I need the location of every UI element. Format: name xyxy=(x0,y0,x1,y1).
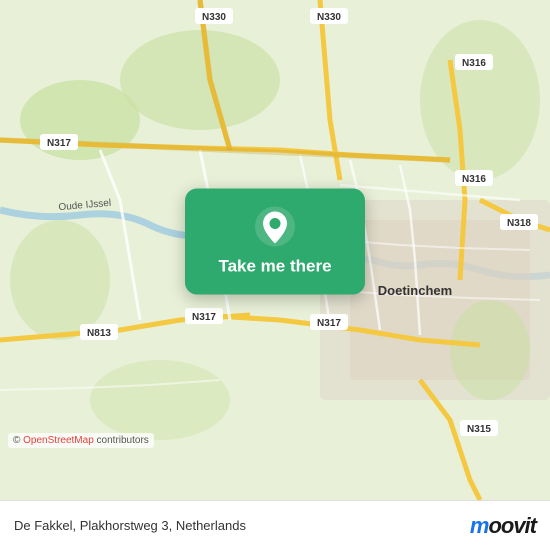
osm-prefix: © xyxy=(13,435,23,446)
osm-suffix: contributors xyxy=(94,435,149,446)
svg-text:N317: N317 xyxy=(317,318,341,329)
moovit-m-letter: m xyxy=(470,513,489,538)
moovit-rest-letters: oovit xyxy=(488,513,536,538)
svg-text:N813: N813 xyxy=(87,328,111,339)
popup-card[interactable]: Take me there xyxy=(185,189,365,295)
osm-link[interactable]: OpenStreetMap xyxy=(23,435,94,446)
svg-text:N315: N315 xyxy=(467,424,491,435)
location-text: De Fakkel, Plakhorstweg 3, Netherlands xyxy=(14,518,246,533)
svg-text:N318: N318 xyxy=(507,218,531,229)
svg-text:Doetinchem: Doetinchem xyxy=(378,283,452,298)
svg-text:N317: N317 xyxy=(47,138,71,149)
svg-text:N330: N330 xyxy=(202,12,226,23)
map-container: N330 N330 N317 N316 N316 N318 N317 N813 … xyxy=(0,0,550,500)
svg-text:N317: N317 xyxy=(192,312,216,323)
moovit-logo: moovit xyxy=(470,513,536,539)
popup-label: Take me there xyxy=(218,257,331,277)
osm-credit: © OpenStreetMap contributors xyxy=(8,433,154,448)
svg-text:N330: N330 xyxy=(317,12,341,23)
location-pin-icon xyxy=(255,207,295,247)
svg-text:N316: N316 xyxy=(462,174,486,185)
svg-text:N316: N316 xyxy=(462,58,486,69)
bottom-bar: De Fakkel, Plakhorstweg 3, Netherlands m… xyxy=(0,500,550,550)
